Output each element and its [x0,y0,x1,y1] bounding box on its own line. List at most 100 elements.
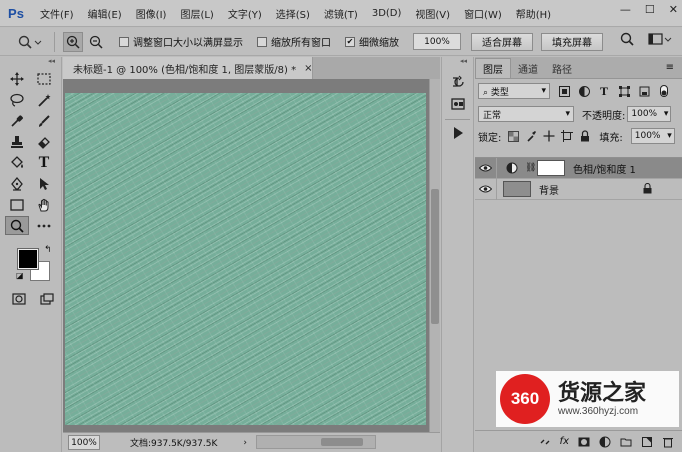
resize-window-option[interactable]: 调整窗口大小以满屏显示 [119,34,243,49]
lock-pixels-icon[interactable] [525,130,537,142]
mask-link-icon[interactable]: ⛓ [525,163,536,173]
paint-bucket-icon [11,155,23,168]
menu-select[interactable]: 选择(S) [276,6,310,21]
panel-menu-icon[interactable]: ≡ [666,62,674,73]
new-layer-icon[interactable] [641,436,653,448]
path-selection-tool[interactable] [32,174,56,193]
layer-thumbnail[interactable] [503,181,531,197]
swap-colors-icon[interactable]: ↰ [44,245,52,255]
pixel-filter-icon[interactable] [558,85,570,97]
pen-tool[interactable] [5,174,29,193]
screen-mode-icon[interactable] [40,293,54,305]
actions-panel-button[interactable] [446,124,470,142]
menu-type[interactable]: 文字(Y) [228,6,262,21]
tab-channels[interactable]: 通道 [511,58,545,78]
zoom-tool[interactable] [5,216,29,235]
close-document-icon[interactable]: × [304,63,312,74]
close-button[interactable]: ✕ [669,3,678,16]
eraser-tool[interactable] [32,132,56,151]
layer-visibility-toggle[interactable] [475,157,497,179]
menu-window[interactable]: 窗口(W) [464,6,502,21]
more-tools-button[interactable] [32,216,56,235]
smart-object-filter-icon[interactable] [638,85,650,97]
kind-filter-select[interactable]: ⌕ 类型 ▾ [478,83,550,99]
layer-name[interactable]: 色相/饱和度 1 [573,161,636,176]
foreground-color[interactable] [17,248,39,270]
rectangle-tool[interactable] [5,195,29,214]
type-filter-icon[interactable]: T [598,84,610,98]
type-tool[interactable]: T [32,153,56,172]
layer-row-background[interactable]: 背景 [475,178,682,200]
menu-file[interactable]: 文件(F) [40,6,74,21]
vertical-scrollbar[interactable] [429,79,440,432]
filter-toggle-icon[interactable] [658,85,670,97]
paint-bucket-tool[interactable] [5,153,29,172]
opacity-field[interactable]: 100% ▾ [627,106,672,122]
fill-field[interactable]: 100% ▾ [630,128,675,144]
add-mask-icon[interactable] [578,436,590,448]
default-colors-icon[interactable]: ◪ [16,271,24,280]
properties-panel-button[interactable] [446,95,470,113]
lock-transparent-icon[interactable] [507,130,519,142]
zoom-all-checkbox[interactable] [257,36,267,47]
delete-layer-icon[interactable] [662,436,674,448]
eyedropper-tool[interactable] [5,111,29,130]
workspace-switcher-icon[interactable] [648,32,672,46]
search-icon[interactable] [620,32,634,46]
marquee-tool[interactable] [32,69,56,88]
lock-all-icon[interactable] [579,130,591,142]
menu-filter[interactable]: 滤镜(T) [324,6,358,21]
resize-window-checkbox[interactable] [119,36,129,47]
horizontal-scrollbar[interactable] [256,435,376,449]
canvas[interactable] [65,93,426,425]
link-layers-icon[interactable] [539,436,551,448]
menu-help[interactable]: 帮助(H) [516,6,551,21]
zoom-percent-button[interactable]: 100% [413,33,461,50]
lasso-tool[interactable] [5,90,29,109]
layer-mask-thumbnail[interactable] [537,160,565,176]
layer-name[interactable]: 背景 [539,182,559,197]
layer-row-hue-saturation[interactable]: ⛓ 色相/饱和度 1 [475,157,682,179]
tools-collapse-icon[interactable]: ◂◂ [0,57,61,69]
horizontal-scroll-thumb[interactable] [321,438,363,446]
status-menu-arrow[interactable]: › [243,438,247,448]
stamp-tool[interactable] [5,132,29,151]
fx-icon[interactable]: fx [560,436,569,447]
layer-visibility-toggle[interactable] [475,178,497,200]
lock-artboard-icon[interactable] [561,130,574,142]
move-tool[interactable] [5,69,29,88]
quick-mask-icon[interactable] [12,293,26,305]
minimize-button[interactable]: — [620,3,631,16]
adjustment-filter-icon[interactable] [578,85,590,97]
menu-image[interactable]: 图像(I) [136,6,167,21]
zoom-level-field[interactable]: 100% [68,435,100,450]
document-size-info[interactable]: 文档:937.5K/937.5K [130,436,217,449]
zoom-out-button[interactable] [86,32,106,52]
menu-3d[interactable]: 3D(D) [372,8,402,19]
vertical-scroll-thumb[interactable] [431,189,439,324]
lock-position-icon[interactable] [543,130,555,142]
tool-preset-picker[interactable] [14,31,46,53]
menu-view[interactable]: 视图(V) [415,6,450,21]
tab-layers[interactable]: 图层 [475,58,511,78]
blend-mode-select[interactable]: 正常 ▾ [478,106,574,122]
new-adjustment-icon[interactable] [599,436,611,448]
tab-paths[interactable]: 路径 [545,58,579,78]
magic-wand-tool[interactable] [32,90,56,109]
scrubby-zoom-checkbox[interactable]: ✔ [345,36,355,47]
hand-tool[interactable] [32,195,56,214]
scrubby-zoom-option[interactable]: ✔ 细微缩放 [345,34,399,49]
new-group-icon[interactable] [620,436,632,448]
fit-screen-button[interactable]: 适合屏幕 [471,32,533,51]
menu-layer[interactable]: 图层(L) [180,6,213,21]
history-panel-button[interactable] [446,73,470,91]
fill-screen-button[interactable]: 填充屏幕 [541,32,603,51]
maximize-button[interactable]: ☐ [645,3,655,16]
menu-edit[interactable]: 编辑(E) [88,6,122,21]
zoom-in-button[interactable] [63,31,83,52]
shape-filter-icon[interactable] [618,85,630,97]
document-tab[interactable]: 未标题-1 @ 100% (色相/饱和度 1, 图层蒙版/8) * × [63,57,313,79]
brush-tool[interactable] [32,111,56,130]
dock-collapse-icon[interactable]: ◂◂ [442,57,473,69]
zoom-all-option[interactable]: 缩放所有窗口 [257,34,331,49]
